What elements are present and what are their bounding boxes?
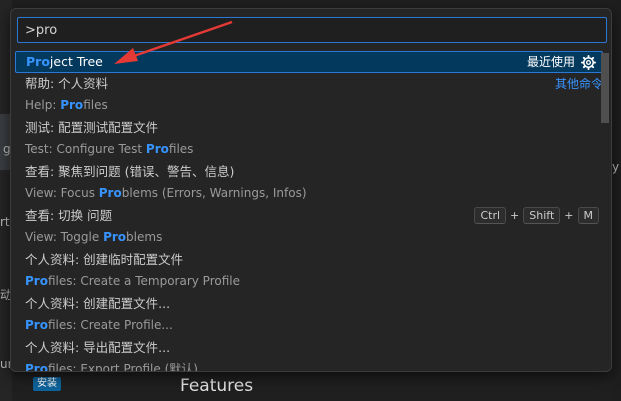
- subtitle-prefix: View: Toggle: [25, 230, 104, 244]
- key-m: M: [577, 207, 599, 224]
- match-highlight: Pro: [25, 362, 48, 372]
- background-text-fragment: y: [612, 160, 620, 174]
- subtitle-prefix: Help:: [25, 98, 61, 112]
- match-highlight: Pro: [103, 230, 127, 244]
- command-title: 个人资料: 创建配置文件...: [25, 296, 171, 311]
- command-subtitle: Profiles: Create Profile...: [25, 315, 593, 337]
- recently-used-text: 最近使用: [526, 55, 575, 69]
- key-separator: +: [564, 209, 574, 222]
- match-highlight: Pro: [26, 54, 50, 69]
- match-highlight: Pro: [25, 318, 48, 332]
- command-title: 查看: 聚焦到问题 (错误、警告、信息): [25, 164, 235, 179]
- command-title-rest: ject Tree: [49, 54, 103, 69]
- subtitle-prefix: Test: Configure Test: [25, 142, 146, 156]
- match-highlight: Pro: [25, 274, 48, 288]
- command-item-focus-problems[interactable]: 查看: 聚焦到问题 (错误、警告、信息) View: Focus Problem…: [15, 161, 603, 205]
- command-title: 测试: 配置测试配置文件: [25, 120, 159, 135]
- command-subtitle: Test: Configure Test Profiles: [25, 139, 593, 161]
- match-highlight: Pro: [145, 142, 169, 156]
- command-item-help-profiles[interactable]: 帮助: 个人资料 Help: Profiles 其他命令: [15, 73, 603, 117]
- subtitle-rest: blems (Errors, Warnings, Infos): [121, 186, 307, 200]
- command-subtitle: View: Focus Problems (Errors, Warnings, …: [25, 183, 593, 205]
- key-ctrl: Ctrl: [474, 207, 507, 224]
- command-search-input[interactable]: [17, 17, 607, 43]
- command-subtitle: View: Toggle Problems: [25, 227, 593, 249]
- command-item-export-profile[interactable]: 个人资料: 导出配置文件... Profiles: Export Profile…: [15, 337, 603, 372]
- subtitle-rest: files: Create a Temporary Profile: [47, 274, 240, 288]
- subtitle-prefix: View: Focus: [25, 186, 99, 200]
- install-badge[interactable]: 安装: [33, 377, 61, 391]
- command-subtitle: Profiles: Create a Temporary Profile: [25, 271, 593, 293]
- match-highlight: Pro: [60, 98, 84, 112]
- command-item-test-profiles[interactable]: 测试: 配置测试配置文件 Test: Configure Test Profil…: [15, 117, 603, 161]
- command-title: 帮助: 个人资料: [25, 76, 109, 91]
- command-subtitle: Profiles: Export Profile (默认): [25, 359, 593, 372]
- background-editor-edge: [613, 0, 621, 401]
- subtitle-rest: files: [83, 98, 108, 112]
- command-list: Project Tree 最近使用 帮助: 个人资料 Help: Profile…: [15, 51, 603, 372]
- key-shift: Shift: [523, 207, 561, 224]
- command-item-create-profile[interactable]: 个人资料: 创建配置文件... Profiles: Create Profile…: [15, 293, 603, 337]
- recently-used-label: 最近使用: [527, 52, 596, 72]
- command-subtitle: Help: Profiles: [25, 95, 593, 117]
- subtitle-rest: files: Create Profile...: [47, 318, 173, 332]
- other-commands-label: 其他命令: [554, 77, 603, 91]
- background-text-fragment: rt: [0, 215, 10, 229]
- keybinding: Ctrl + Shift + M: [474, 207, 599, 224]
- subtitle-rest: blems: [126, 230, 163, 244]
- command-item-create-temp-profile[interactable]: 个人资料: 创建临时配置文件 Profiles: Create a Tempor…: [15, 249, 603, 293]
- subtitle-rest: files: [168, 142, 194, 156]
- subtitle-rest: files: Export Profile (默认): [47, 362, 198, 372]
- key-separator: +: [510, 209, 520, 222]
- command-list-scrollbar[interactable]: [601, 53, 609, 123]
- command-title: 个人资料: 导出配置文件...: [25, 340, 171, 355]
- features-heading: Features: [180, 376, 254, 396]
- command-item-project-tree[interactable]: Project Tree 最近使用: [15, 51, 603, 73]
- command-title: Project Tree: [26, 52, 592, 74]
- command-title: 个人资料: 创建临时配置文件: [25, 252, 184, 267]
- match-highlight: Pro: [98, 186, 122, 200]
- gear-icon[interactable]: [581, 54, 596, 70]
- command-palette: Project Tree 最近使用 帮助: 个人资料 Help: P: [10, 8, 612, 372]
- command-item-toggle-problems[interactable]: 查看: 切换 问题 View: Toggle Problems Ctrl + S…: [15, 205, 603, 249]
